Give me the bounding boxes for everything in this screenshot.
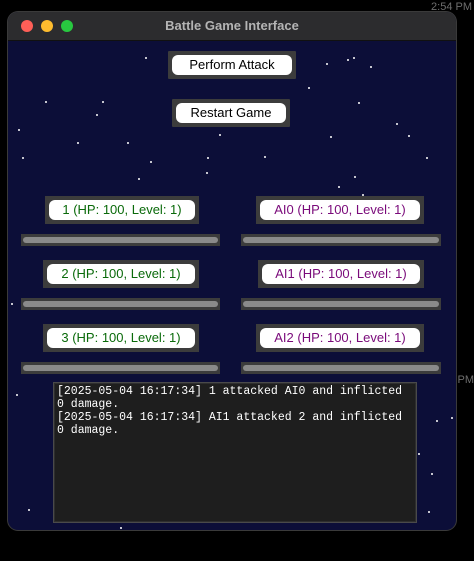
star [338,186,340,188]
star [127,142,129,144]
attack-button-frame: Perform Attack [168,51,296,79]
star [354,176,356,178]
ai-0-hp-bar [241,234,441,246]
star [426,157,428,159]
star [396,123,398,125]
star [207,157,209,159]
star [308,87,310,89]
player-1-label: 1 (HP: 100, Level: 1) [49,200,195,220]
ai-1-label-frame: AI1 (HP: 100, Level: 1) [258,260,424,288]
star [264,156,266,158]
star [451,417,453,419]
player-1-label-frame: 1 (HP: 100, Level: 1) [45,196,199,224]
ai-1-hp-fill [243,301,439,307]
window-title: Battle Game Interface [165,18,299,33]
star [22,157,24,159]
player-2-label-frame: 2 (HP: 100, Level: 1) [43,260,199,288]
player-2-label: 2 (HP: 100, Level: 1) [47,264,195,284]
star [347,59,349,61]
star [150,161,152,163]
game-window: Battle Game Interface Perform Attack Res… [8,12,456,530]
star [358,102,360,104]
star [120,527,122,529]
title-bar[interactable]: Battle Game Interface [8,12,456,41]
battle-log-entry: [2025-05-04 16:17:34] 1 attacked AI0 and… [57,385,409,411]
star [11,303,13,305]
ai-1-label: AI1 (HP: 100, Level: 1) [262,264,420,284]
star [436,420,438,422]
star [18,129,20,131]
star [138,178,140,180]
restart-game-button[interactable]: Restart Game [176,103,286,123]
star [96,114,98,116]
ai-0-hp-fill [243,237,439,243]
star [45,101,47,103]
player-3-label-frame: 3 (HP: 100, Level: 1) [43,324,199,352]
restart-button-frame: Restart Game [172,99,290,127]
player-1-hp-fill [23,237,218,243]
ai-2-label-frame: AI2 (HP: 100, Level: 1) [256,324,424,352]
player-2-hp-bar [21,298,220,310]
star [145,57,147,59]
ai-2-label: AI2 (HP: 100, Level: 1) [260,328,420,348]
star [326,63,328,65]
star [353,57,355,59]
ai-2-hp-fill [243,365,439,371]
star [408,135,410,137]
ai-0-label-frame: AI0 (HP: 100, Level: 1) [256,196,424,224]
star [206,172,208,174]
ai-0-label: AI0 (HP: 100, Level: 1) [260,200,420,220]
star [418,453,420,455]
ai-1-hp-bar [241,298,441,310]
player-3-hp-bar [21,362,220,374]
star [77,142,79,144]
battle-log-entry: [2025-05-04 16:17:34] AI1 attacked 2 and… [57,411,409,437]
player-3-hp-fill [23,365,218,371]
player-2-hp-fill [23,301,218,307]
star [102,101,104,103]
star [16,394,18,396]
game-canvas: Perform Attack Restart Game 1 (HP: 100, … [8,41,456,530]
perform-attack-button[interactable]: Perform Attack [172,55,292,75]
ai-2-hp-bar [241,362,441,374]
star [428,511,430,513]
star [219,134,221,136]
player-3-label: 3 (HP: 100, Level: 1) [47,328,195,348]
star [330,136,332,138]
background-clock-fragment: PM [457,374,474,386]
battle-log[interactable]: [2025-05-04 16:17:34] 1 attacked AI0 and… [53,382,417,523]
star [28,509,30,511]
star [370,66,372,68]
star [431,473,433,475]
player-1-hp-bar [21,234,220,246]
